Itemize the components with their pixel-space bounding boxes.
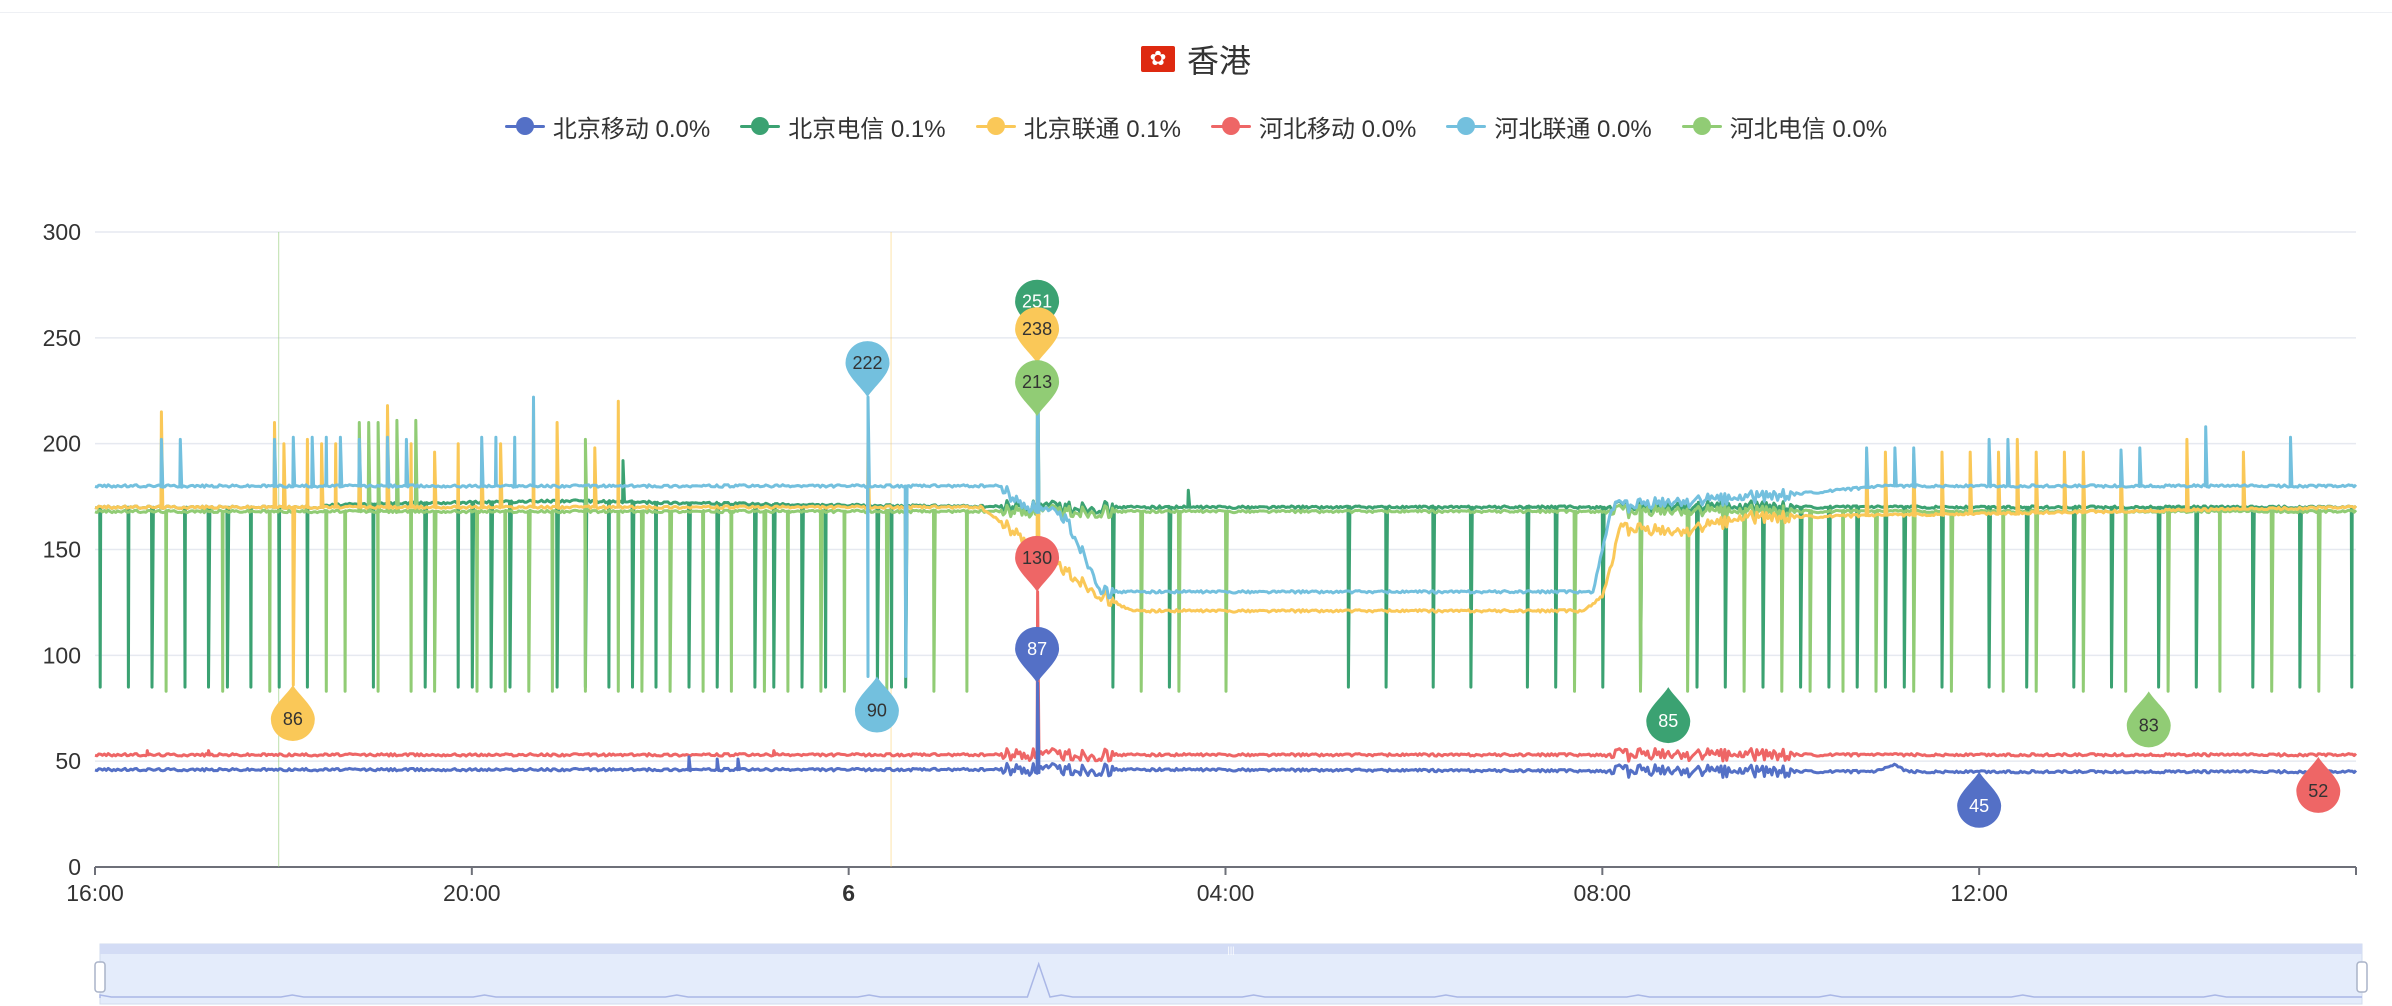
y-tick-label: 50: [55, 748, 81, 774]
y-tick-label: 0: [68, 854, 81, 880]
y-tick-label: 100: [43, 642, 81, 668]
datazoom-handle[interactable]: [94, 961, 106, 993]
marker-label: 45: [1969, 796, 1989, 816]
y-tick-label: 150: [43, 537, 81, 563]
series-line-0: [94, 681, 2358, 779]
datazoom-move-handle[interactable]: |||: [1227, 945, 1234, 955]
y-tick-label: 300: [43, 219, 81, 245]
datazoom-handle[interactable]: [2356, 961, 2368, 993]
marker-label: 238: [1022, 319, 1052, 339]
marker-label: 86: [283, 709, 303, 729]
marker-label: 222: [852, 353, 882, 373]
x-tick-label: 12:00: [1950, 880, 2008, 906]
marker-label: 52: [2308, 781, 2328, 801]
marker-label: 83: [2139, 715, 2159, 735]
marker-label: 87: [1027, 639, 1047, 659]
x-tick-label: 16:00: [66, 880, 124, 906]
marker-label: 213: [1022, 372, 1052, 392]
marker-label: 130: [1022, 548, 1052, 568]
x-tick-label: 6: [842, 880, 855, 906]
marker-label: 85: [1658, 711, 1678, 731]
marker-label: 90: [867, 701, 887, 721]
y-tick-label: 250: [43, 325, 81, 351]
x-tick-label: 04:00: [1197, 880, 1255, 906]
y-tick-label: 200: [43, 431, 81, 457]
x-tick-label: 20:00: [443, 880, 501, 906]
x-tick-label: 08:00: [1574, 880, 1632, 906]
line-chart: 0 50 100 150 200 250 300 20:00 6 04:00 08:00 12:00 1…: [43, 219, 2368, 1005]
